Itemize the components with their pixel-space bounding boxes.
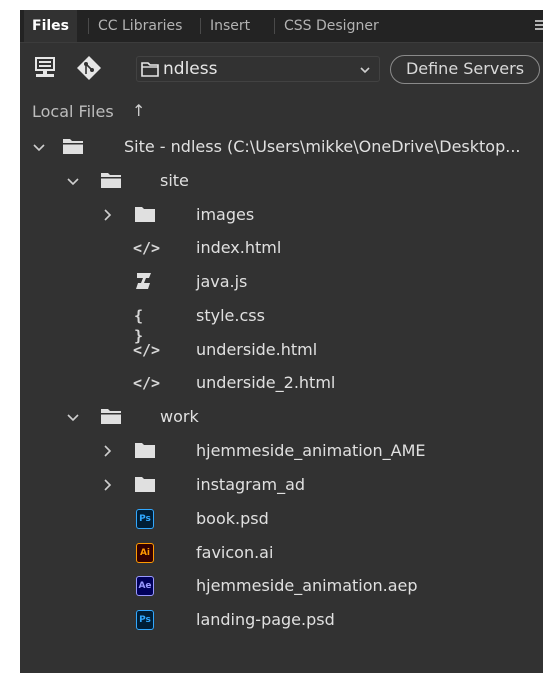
chevron-right-icon[interactable] [100, 208, 114, 222]
photoshop-badge: Ps [136, 610, 154, 630]
tab-divider [200, 18, 201, 34]
js-file-icon [134, 272, 156, 292]
illustrator-file-icon: Ai [136, 543, 158, 563]
file-label: java.js [196, 272, 248, 291]
html-file-icon: </> [133, 239, 161, 257]
tree-folder-images[interactable]: images [20, 199, 543, 232]
files-toolbar: ndless Define Servers [20, 43, 543, 93]
folder-open-icon [62, 137, 84, 157]
folder-icon [141, 61, 159, 82]
folder-label: images [196, 205, 255, 224]
file-label: underside.html [196, 340, 318, 359]
tree-file-landing-page-psd[interactable]: Ps landing-page.psd [20, 604, 543, 637]
chevron-down-icon[interactable] [66, 174, 80, 188]
photoshop-file-icon: Ps [136, 610, 158, 630]
chevron-right-icon[interactable] [100, 478, 114, 492]
site-select-value: ndless [163, 59, 218, 79]
chevron-down-icon[interactable] [32, 140, 46, 154]
tree-file-index-html[interactable]: </> index.html [20, 232, 543, 265]
html-file-icon: </> [133, 374, 161, 392]
tree-folder-site[interactable]: site [20, 165, 543, 198]
file-label: landing-page.psd [196, 610, 335, 629]
panel-tab-bar: Files CC Libraries Insert CSS Designer [20, 10, 543, 43]
files-panel: Files CC Libraries Insert CSS Designer n… [20, 10, 543, 673]
folder-icon [134, 205, 156, 225]
illustrator-badge: Ai [136, 543, 154, 563]
tree-file-style-css[interactable]: { } style.css [20, 300, 543, 346]
connect-server-icon[interactable] [32, 55, 58, 81]
tab-files[interactable]: Files [24, 10, 77, 42]
tab-divider [88, 18, 89, 34]
chevron-right-icon[interactable] [100, 444, 114, 458]
after-effects-badge: Ae [136, 576, 154, 596]
tree-file-underside-html[interactable]: </> underside.html [20, 334, 543, 367]
after-effects-file-icon: Ae [136, 576, 158, 596]
local-files-header[interactable]: Local Files [32, 102, 114, 121]
folder-label: instagram_ad [196, 475, 306, 494]
html-file-icon: </> [133, 341, 161, 359]
file-label: book.psd [196, 509, 269, 528]
file-label: underside_2.html [196, 373, 336, 392]
git-icon[interactable] [76, 55, 102, 81]
panel-menu-icon[interactable] [535, 20, 543, 32]
css-file-icon: { } [134, 307, 144, 345]
folder-label: hjemmeside_animation_AME [196, 441, 426, 460]
tab-cc-libraries[interactable]: CC Libraries [90, 10, 190, 42]
photoshop-badge: Ps [136, 509, 154, 529]
chevron-down-icon [359, 63, 371, 81]
file-label: hjemmeside_animation.aep [196, 576, 418, 595]
photoshop-file-icon: Ps [136, 509, 158, 529]
folder-open-icon [100, 171, 122, 191]
folder-icon [134, 475, 156, 495]
define-servers-button[interactable]: Define Servers [390, 55, 540, 84]
tree-folder-hjemmeside-animation-ame[interactable]: hjemmeside_animation_AME [20, 435, 543, 468]
file-label: index.html [196, 238, 282, 257]
tab-divider [274, 18, 275, 34]
tree-root-row[interactable]: Site - ndless (C:\Users\mikke\OneDrive\D… [20, 131, 543, 164]
tree-file-hjemmeside-animation-aep[interactable]: Ae hjemmeside_animation.aep [20, 570, 543, 603]
tree-folder-work[interactable]: work [20, 401, 543, 434]
folder-open-icon [100, 407, 122, 427]
tree-file-book-psd[interactable]: Ps book.psd [20, 503, 543, 536]
tree-folder-instagram-ad[interactable]: instagram_ad [20, 469, 543, 502]
folder-label: site [160, 171, 189, 190]
tree-file-java-js[interactable]: java.js [20, 266, 543, 299]
file-label: favicon.ai [196, 543, 274, 562]
file-label: style.css [196, 306, 265, 325]
folder-label: work [160, 407, 199, 426]
tab-css-designer[interactable]: CSS Designer [276, 10, 387, 42]
tree-file-favicon-ai[interactable]: Ai favicon.ai [20, 537, 543, 570]
folder-icon [134, 441, 156, 461]
chevron-down-icon[interactable] [66, 410, 80, 424]
site-select-dropdown[interactable]: ndless [136, 56, 380, 82]
sort-up-icon[interactable]: ↑ [132, 101, 145, 120]
tree-file-underside-2-html[interactable]: </> underside_2.html [20, 367, 543, 400]
site-root-label: Site - ndless (C:\Users\mikke\OneDrive\D… [124, 137, 521, 156]
tab-insert[interactable]: Insert [202, 10, 258, 42]
